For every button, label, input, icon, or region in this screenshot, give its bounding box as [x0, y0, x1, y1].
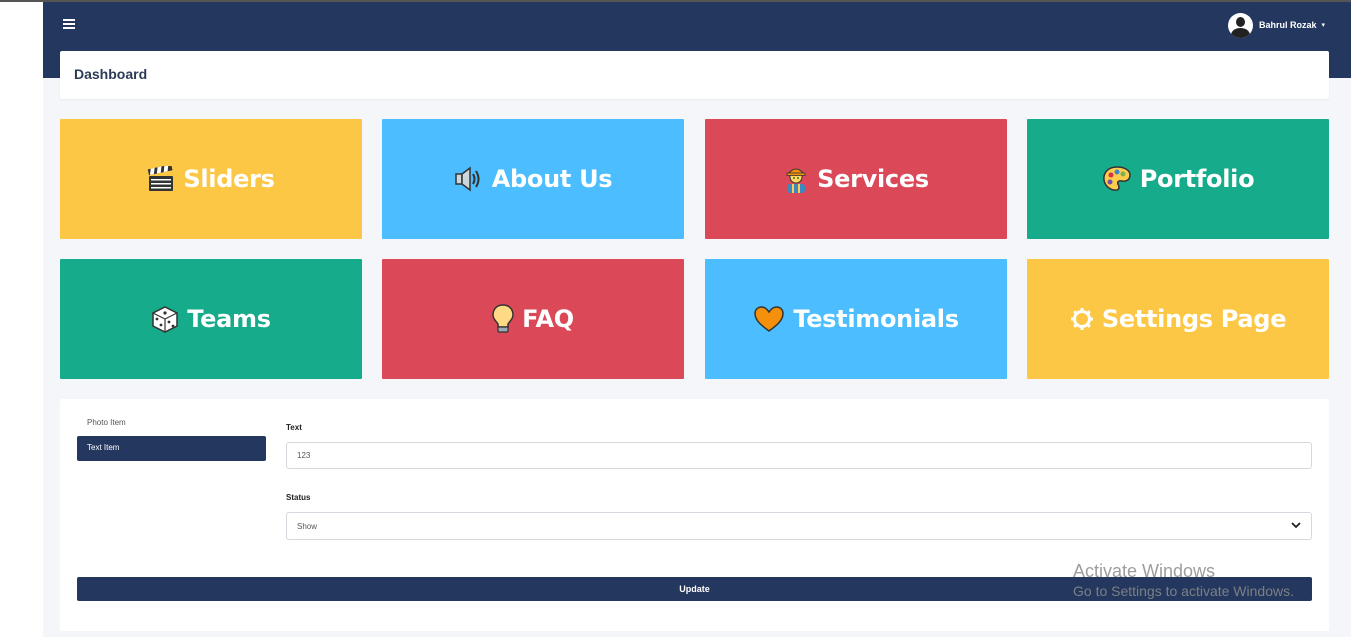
chevron-down-icon	[1291, 521, 1301, 531]
status-field-label: Status	[286, 493, 311, 502]
text-input-value: 123	[297, 451, 311, 460]
status-select[interactable]: Show	[286, 512, 1312, 540]
tile-label: Services	[817, 165, 929, 193]
main-content: Bahrul Rozak ▾ Dashboard Sliders About U…	[43, 2, 1351, 637]
tile-label: Portfolio	[1139, 165, 1255, 193]
tile-testimonials[interactable]: Testimonials	[705, 259, 1007, 379]
update-button[interactable]: Update	[77, 577, 1312, 601]
speaker-icon	[454, 166, 484, 192]
tab-text-item[interactable]: Text Item	[77, 436, 266, 461]
user-name: Bahrul Rozak	[1258, 20, 1317, 30]
tile-label: Testimonials	[793, 305, 959, 333]
tile-portfolio[interactable]: Portfolio	[1027, 119, 1329, 239]
user-menu[interactable]: Bahrul Rozak ▾	[1227, 12, 1325, 38]
tile-sliders[interactable]: Sliders	[60, 119, 362, 239]
text-input[interactable]: 123	[286, 442, 1312, 469]
status-select-value: Show	[297, 521, 318, 531]
avatar	[1227, 12, 1253, 38]
heart-icon	[753, 305, 785, 333]
tile-teams[interactable]: Teams	[60, 259, 362, 379]
tile-about-us[interactable]: About Us	[382, 119, 684, 239]
artist-palette-icon	[1102, 165, 1132, 193]
tile-faq[interactable]: FAQ	[382, 259, 684, 379]
hamburger-icon[interactable]	[63, 19, 75, 29]
tile-label: Settings Page	[1101, 305, 1287, 333]
tile-label: FAQ	[522, 305, 574, 333]
tab-photo-item[interactable]: Photo Item	[87, 418, 126, 427]
game-die-icon	[151, 305, 179, 333]
tile-label: Teams	[187, 305, 271, 333]
tile-services[interactable]: Services	[705, 119, 1007, 239]
edit-form-card: Photo Item Text Item Text 123 Status Sho…	[60, 399, 1329, 631]
clapper-board-icon	[147, 166, 175, 192]
page-title: Dashboard	[74, 66, 148, 82]
tile-settings-page[interactable]: Settings Page	[1027, 259, 1329, 379]
light-bulb-icon	[492, 304, 514, 334]
chevron-down-icon: ▾	[1321, 21, 1325, 29]
tile-label: About Us	[491, 165, 613, 193]
text-field-label: Text	[286, 423, 302, 432]
tile-label: Sliders	[183, 165, 275, 193]
page-header: Dashboard	[60, 51, 1329, 99]
construction-worker-icon	[783, 165, 809, 193]
gear-icon	[1070, 307, 1094, 331]
